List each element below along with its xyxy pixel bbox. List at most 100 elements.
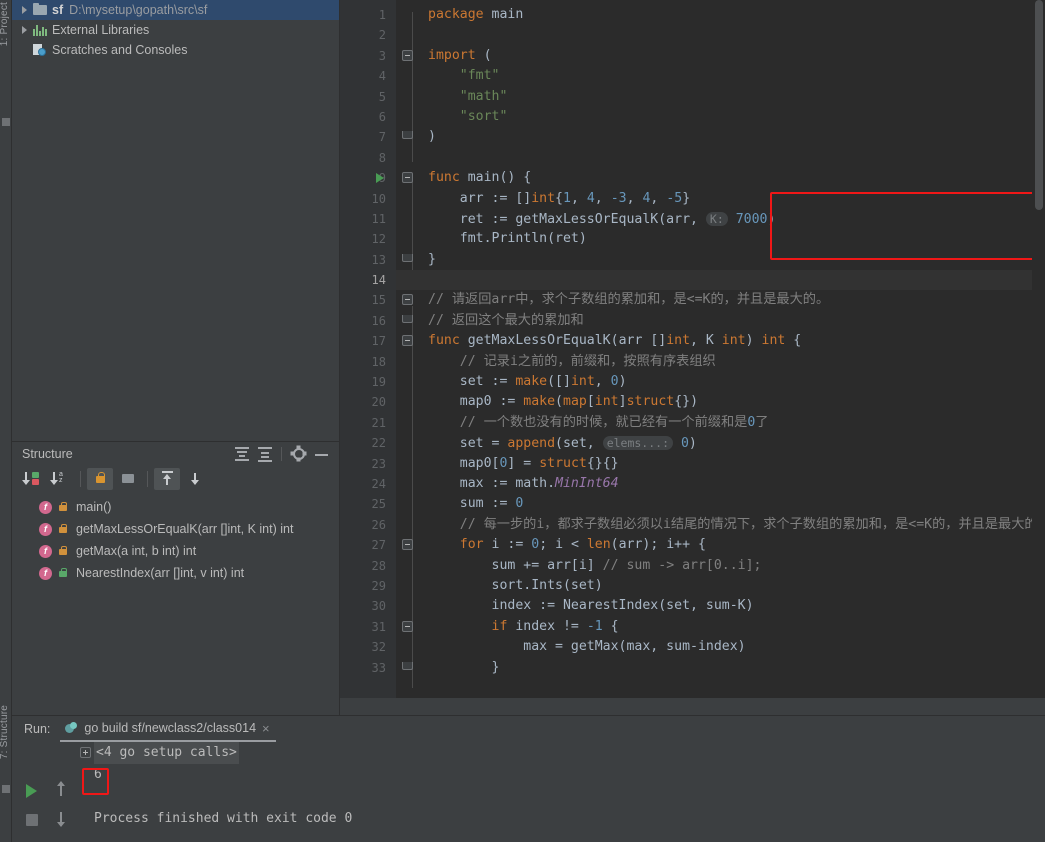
soft-wrap-icon[interactable] <box>52 838 76 842</box>
code-token: make <box>515 374 548 390</box>
code-token: sum += arr[i] <box>428 557 603 573</box>
close-icon[interactable]: × <box>262 721 270 736</box>
code-token: ] <box>618 394 627 410</box>
code-line: 22 set = append(set, elems...: 0) <box>340 433 1045 453</box>
code-token: max = getMax(max, sum-index) <box>428 639 746 655</box>
sort-by-visibility-icon[interactable] <box>20 468 46 490</box>
current-line-highlight <box>396 270 1045 291</box>
code-token: ) <box>745 333 762 349</box>
structure-item-getmaxlessorequalk[interactable]: f getMaxLessOrEqualK(arr []int, K int) i… <box>12 518 339 540</box>
fold-end-icon[interactable] <box>402 131 413 140</box>
structure-tool-button[interactable]: 7: Structure <box>0 705 10 759</box>
run-gutter-toolbar <box>12 742 80 842</box>
code-token: { <box>785 333 802 349</box>
code-token: // 每一步的i，都求子数组必须以i结尾的情况下，求个子数组的累加和，是<=K的… <box>428 516 1038 532</box>
sort-alphabetically-icon[interactable]: az <box>48 468 74 490</box>
run-window-label: Run: <box>24 722 51 736</box>
rerun-icon[interactable] <box>20 778 44 802</box>
code-token: int <box>531 190 556 206</box>
show-private-members-icon[interactable] <box>87 468 113 490</box>
console-fold-icon[interactable] <box>80 747 91 758</box>
code-line: 5 "math" <box>340 87 1045 107</box>
console-text: <4 go setup calls> <box>94 742 239 764</box>
structure-item-getmax[interactable]: f getMax(a int, b int) int <box>12 540 339 562</box>
strip-marker-top <box>2 118 10 126</box>
code-token: sum := <box>428 496 516 512</box>
structure-item-label: NearestIndex(arr []int, v int) int <box>76 566 245 580</box>
code-token: (set, <box>555 436 603 452</box>
code-token: , K <box>690 333 722 349</box>
editor-scrollbar[interactable] <box>1032 0 1045 698</box>
fold-collapse-icon[interactable] <box>402 49 413 61</box>
fold-end-icon[interactable] <box>402 253 413 262</box>
code-token: { <box>602 618 619 634</box>
code-token: map0 := <box>428 394 524 410</box>
code-token: 0 <box>673 436 689 452</box>
code-token: if <box>428 618 516 634</box>
code-token: func <box>428 333 468 349</box>
run-gutter-icon[interactable] <box>376 173 384 184</box>
code-token: "math" <box>428 88 508 104</box>
line-number: 18 <box>371 354 386 369</box>
gear-icon[interactable] <box>288 444 310 464</box>
code-token: struct <box>626 394 675 410</box>
code-line: 19 set := make([]int, 0) <box>340 372 1045 392</box>
go-icon <box>64 721 78 735</box>
structure-item-nearestindex[interactable]: f NearestIndex(arr []int, v int) int <box>12 562 339 584</box>
chevron-right-icon[interactable] <box>18 23 32 37</box>
fold-collapse-icon[interactable] <box>402 620 413 632</box>
scratches-icon <box>32 43 49 57</box>
collapse-all-icon[interactable] <box>254 444 276 464</box>
scroll-down-icon[interactable] <box>52 808 76 832</box>
structure-list: f main() f getMaxLessOrEqualK(arr []int,… <box>12 492 339 584</box>
show-anonymous-classes-icon[interactable] <box>182 468 208 490</box>
stop-icon[interactable] <box>20 808 44 832</box>
code-line: 4 "fmt" <box>340 66 1045 86</box>
console-output[interactable]: <4 go setup calls> 6 Process finished with… <box>80 742 1045 842</box>
tree-item-external-libraries[interactable]: External Libraries <box>12 20 339 40</box>
code-token: sort.Ints(set) <box>428 577 603 593</box>
run-configuration-tab[interactable]: go build sf/newclass2/class014 × <box>60 716 276 742</box>
code-token: index := NearestIndex(set, sum-K) <box>428 598 754 614</box>
scroll-up-icon[interactable] <box>52 778 76 802</box>
fold-collapse-icon[interactable] <box>402 172 413 184</box>
line-number: 27 <box>371 538 386 553</box>
code-token: // 记录i之前的，前缀和，按照有序表组织 <box>428 353 716 369</box>
code-token: -5 <box>666 190 683 206</box>
fold-collapse-icon[interactable] <box>402 539 413 551</box>
tree-item-external-libraries-label: External Libraries <box>52 23 150 37</box>
line-number: 11 <box>371 211 386 226</box>
fold-collapse-icon[interactable] <box>402 335 413 347</box>
project-tree-panel: sf D:\mysetup\gopath\src\sf External Lib… <box>12 0 340 441</box>
fold-end-icon[interactable] <box>402 314 413 323</box>
function-icon: f <box>39 500 52 514</box>
fold-collapse-icon[interactable] <box>402 294 413 306</box>
line-number: 2 <box>378 28 386 43</box>
line-number: 8 <box>378 150 386 165</box>
project-tool-button[interactable]: 1: Project <box>0 2 10 46</box>
code-text: func main() { <box>428 168 531 188</box>
tree-item-scratches-and-consoles[interactable]: Scratches and Consoles <box>12 40 339 60</box>
expand-all-icon[interactable] <box>231 444 253 464</box>
code-token: } <box>428 251 436 267</box>
tree-item-sf-name: sf <box>52 3 64 17</box>
structure-item-main[interactable]: f main() <box>12 496 339 518</box>
structure-header: Structure <box>12 442 339 466</box>
code-token: , <box>594 374 611 390</box>
show-inherited-members-icon[interactable] <box>154 468 180 490</box>
line-number: 17 <box>371 334 386 349</box>
fold-end-icon[interactable] <box>402 661 413 670</box>
tree-item-sf-path: D:\mysetup\gopath\src\sf <box>69 3 208 17</box>
code-token: struct <box>539 455 587 471</box>
line-number: 22 <box>371 436 386 451</box>
code-token: ([] <box>547 374 571 390</box>
minimize-icon[interactable] <box>311 444 333 464</box>
console-line: <4 go setup calls> <box>80 742 1045 764</box>
group-by-folder-icon[interactable] <box>115 468 141 490</box>
inlay-parameter-hint: K: <box>705 211 728 226</box>
structure-panel: Structure a z f main() f getMaxLessOrEqu… <box>12 441 340 715</box>
code-editor[interactable]: 1 package main 2 3 import (4 "fmt" 5 "math" 6 … <box>340 0 1045 698</box>
tree-item-sf[interactable]: sf D:\mysetup\gopath\src\sf <box>12 0 339 20</box>
code-text: // 每一步的i，都求子数组必须以i结尾的情况下，求个子数组的累加和，是<=K的… <box>428 515 1038 535</box>
chevron-right-icon[interactable] <box>18 3 32 17</box>
